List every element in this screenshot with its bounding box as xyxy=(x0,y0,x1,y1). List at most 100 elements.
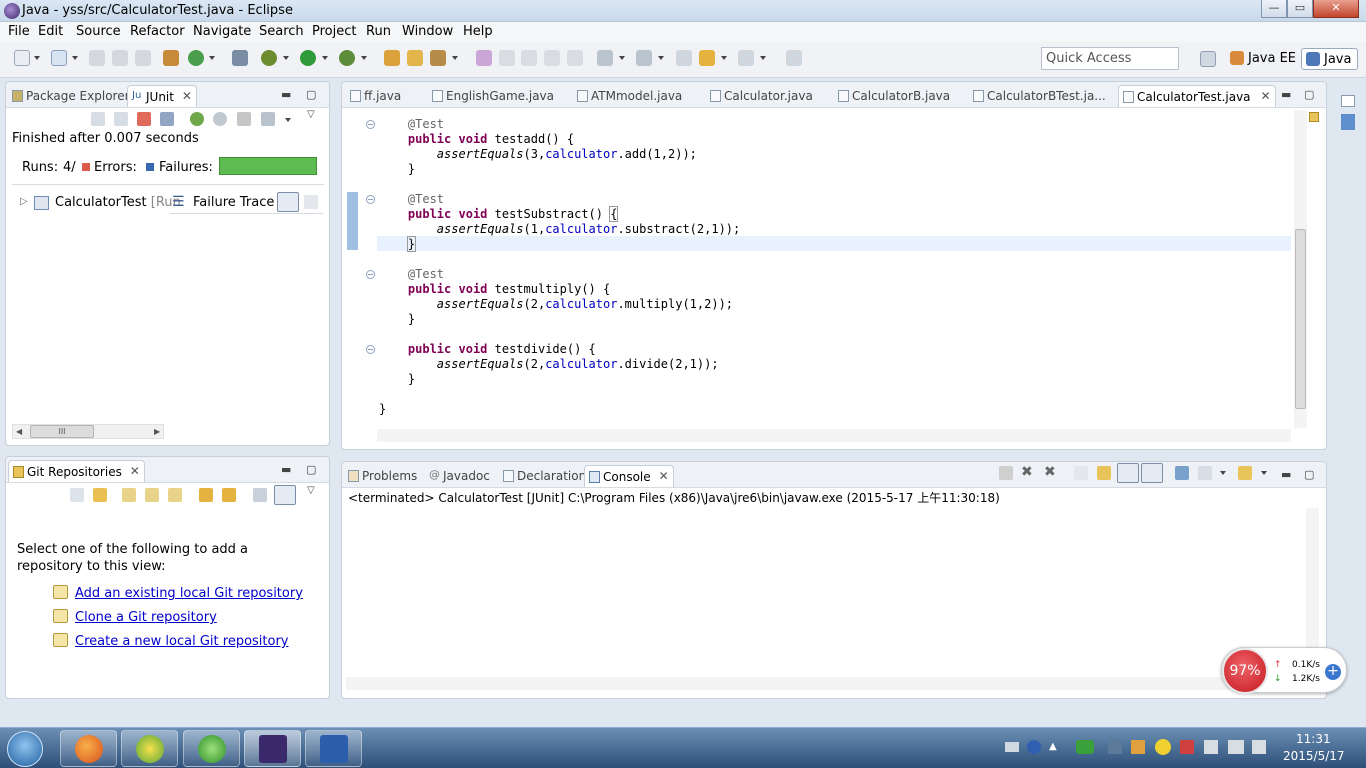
refresh-icon[interactable] xyxy=(188,50,204,66)
last-edit-icon[interactable] xyxy=(676,50,692,66)
tab-javadoc[interactable]: @ Javadoc xyxy=(425,465,496,487)
taskbar-360[interactable] xyxy=(121,730,178,767)
tab-atmmodel-java[interactable]: ATMmodel.java xyxy=(573,85,688,107)
clone-repo-icon[interactable] xyxy=(145,488,159,502)
view-menu-icon[interactable]: ▽ xyxy=(307,485,315,496)
minimize-icon[interactable]: ▬ xyxy=(281,463,291,476)
scroll-thumb[interactable]: III xyxy=(30,425,94,438)
menu-help[interactable]: Help xyxy=(463,24,493,39)
tab-englishgame-java[interactable]: EnglishGame.java xyxy=(428,85,560,107)
tree-item-calculatortest[interactable]: CalculatorTest [Run xyxy=(55,195,181,210)
outline-icon[interactable] xyxy=(1341,114,1355,130)
display-tray-icon[interactable] xyxy=(1108,740,1122,754)
tab-calculatortest-java[interactable]: CalculatorTest.java ✕ xyxy=(1118,85,1276,107)
tab-git-repositories[interactable]: Git Repositories ✕ xyxy=(8,460,145,482)
menu-source[interactable]: Source xyxy=(76,24,121,39)
open-perspective-icon[interactable] xyxy=(1200,51,1216,67)
menu-navigate[interactable]: Navigate xyxy=(193,24,251,39)
open-folder-icon[interactable] xyxy=(407,50,423,66)
clock-time[interactable]: 11:31 xyxy=(1296,732,1331,746)
hierarchical-icon[interactable] xyxy=(253,488,267,502)
refresh-repos-icon[interactable] xyxy=(199,488,213,502)
maximize-icon[interactable]: ▢ xyxy=(1304,88,1314,101)
prev-annotation-icon[interactable] xyxy=(521,50,537,66)
sync-icon[interactable] xyxy=(222,488,236,502)
menu-edit[interactable]: Edit xyxy=(38,24,63,39)
print-icon[interactable] xyxy=(135,50,151,66)
scroll-right-icon[interactable]: ▶ xyxy=(154,427,160,436)
new-project-dropdown-icon[interactable] xyxy=(72,56,78,60)
open-type-icon[interactable] xyxy=(384,50,400,66)
search-dropdown-icon[interactable] xyxy=(452,56,458,60)
history-dropdown-icon[interactable] xyxy=(285,118,291,122)
refresh-dropdown-icon[interactable] xyxy=(209,56,215,60)
open-console-icon[interactable] xyxy=(1238,466,1252,480)
open-console-dropdown-icon[interactable] xyxy=(1261,471,1267,475)
prev-edit-icon[interactable] xyxy=(636,50,652,66)
maximize-icon[interactable]: ▢ xyxy=(306,88,316,101)
link-editor-button[interactable] xyxy=(274,485,296,505)
run-dropdown-icon[interactable] xyxy=(322,56,328,60)
perspective-java[interactable]: Java xyxy=(1301,48,1359,70)
prev-failure-icon[interactable] xyxy=(114,112,128,126)
pin-console-icon[interactable] xyxy=(1175,466,1189,480)
debug-dropdown-icon[interactable] xyxy=(283,56,289,60)
restore-icon[interactable] xyxy=(1341,95,1355,107)
volume-tray-icon[interactable] xyxy=(1252,740,1266,754)
close-button[interactable]: ✕ xyxy=(1313,0,1359,18)
rerun-failed-icon[interactable] xyxy=(213,112,227,126)
taskbar-wifi[interactable] xyxy=(183,730,240,767)
link-with-selection-icon[interactable] xyxy=(93,488,107,502)
menu-project[interactable]: Project xyxy=(312,24,356,39)
back-dropdown-icon[interactable] xyxy=(721,56,727,60)
save-all-icon[interactable] xyxy=(112,50,128,66)
close-icon[interactable]: ✕ xyxy=(1260,89,1270,103)
perspective-java-ee[interactable]: Java EE xyxy=(1226,48,1302,70)
fold-icon[interactable]: − xyxy=(366,195,375,204)
fold-icon[interactable]: − xyxy=(366,345,375,354)
help-tray-icon[interactable] xyxy=(1027,740,1041,754)
run-icon[interactable] xyxy=(300,50,316,66)
taskbar-wps[interactable] xyxy=(305,730,362,767)
show-failures-only-icon[interactable] xyxy=(137,112,151,126)
tab-ff-java[interactable]: ff.java xyxy=(346,85,407,107)
tab-calculatorbtest-java[interactable]: CalculatorBTest.ja... xyxy=(969,85,1112,107)
search-icon[interactable] xyxy=(430,50,446,66)
menu-search[interactable]: Search xyxy=(259,24,304,39)
maximize-icon[interactable]: ▢ xyxy=(1304,468,1314,481)
minimize-icon[interactable]: ▬ xyxy=(1281,88,1291,101)
expand-arrow-icon[interactable]: ▷ xyxy=(20,196,28,207)
pin-editor-icon[interactable] xyxy=(786,50,802,66)
display-console-dropdown-icon[interactable] xyxy=(1220,471,1226,475)
annotation-icon[interactable] xyxy=(476,50,492,66)
stop-icon[interactable] xyxy=(237,112,251,126)
keyboard-icon[interactable] xyxy=(1005,742,1019,752)
run-external-dropdown-icon[interactable] xyxy=(361,56,367,60)
save-icon[interactable] xyxy=(89,50,105,66)
toggle-breakpoint-icon[interactable] xyxy=(232,50,248,66)
taskbar-firefox[interactable] xyxy=(60,730,117,767)
tab-junit[interactable]: Ju JUnit ✕ xyxy=(127,85,197,107)
warning-overview-icon[interactable] xyxy=(1309,112,1319,122)
add-existing-repo-link[interactable]: Add an existing local Git repository xyxy=(75,586,303,601)
maximize-button[interactable]: ▭ xyxy=(1287,0,1313,18)
editor-h-scrollbar[interactable] xyxy=(377,429,1291,442)
run-external-icon[interactable] xyxy=(339,50,355,66)
console-h-scrollbar[interactable] xyxy=(346,677,1304,690)
scroll-lock-icon[interactable] xyxy=(160,112,174,126)
start-button[interactable] xyxy=(7,731,43,767)
quick-access-input[interactable]: Quick Access xyxy=(1041,47,1179,70)
debug-icon[interactable] xyxy=(261,50,277,66)
forward-dropdown-icon[interactable] xyxy=(760,56,766,60)
next-annotation-icon[interactable] xyxy=(499,50,515,66)
fold-icon[interactable]: − xyxy=(366,120,375,129)
display-console-icon[interactable] xyxy=(1198,466,1212,480)
flag-tray-icon[interactable] xyxy=(1180,740,1194,754)
terminate-icon[interactable] xyxy=(999,466,1013,480)
next-failure-icon[interactable] xyxy=(91,112,105,126)
history-icon[interactable] xyxy=(261,112,275,126)
create-repo-link[interactable]: Create a new local Git repository xyxy=(75,634,289,649)
minimize-button[interactable]: — xyxy=(1261,0,1287,18)
clock-date[interactable]: 2015/5/17 xyxy=(1283,749,1345,763)
menu-window[interactable]: Window xyxy=(402,24,453,39)
